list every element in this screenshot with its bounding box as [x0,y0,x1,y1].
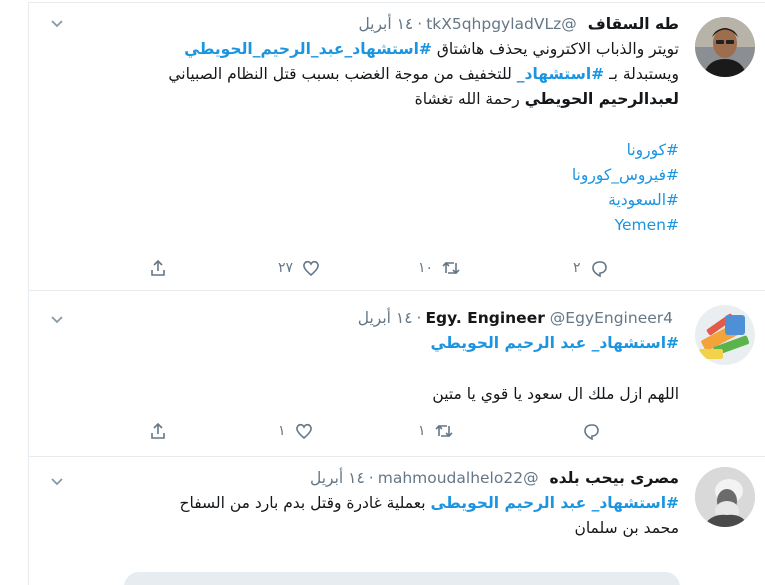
share-button[interactable] [148,419,168,443]
hashtag-text: #كورونا [626,141,679,159]
like-count: ١ [278,423,286,439]
reply-icon [584,424,599,441]
tweet-text-segment: للتخفيف من موجة الغضب بسبب قتل النظام ال… [168,65,517,83]
tweet-line: اللهم ازل ملك ال سعود يا قوي يا متين [432,385,679,403]
heart-icon [303,260,319,277]
author-handle[interactable]: @mahmoudalhelo22 [378,469,539,487]
share-icon [151,259,165,276]
like-count: ٢٧ [278,260,294,276]
retweet-icon [434,424,453,438]
retweet-button[interactable]: ١ [418,419,454,443]
separator-dot: · [417,15,423,33]
hashtag-link[interactable]: #استشهاد_ [517,65,604,83]
tweet-3[interactable]: مصرى بيحب بلده @mahmoudalhelo22·١٤ أبريل… [28,456,765,585]
hashtag-text: #Yemen [614,216,679,234]
retweet-button[interactable]: ١٠ [418,256,461,280]
share-icon [151,422,165,439]
hashtag-text: #استشهاد [524,65,605,83]
separator-dot: · [416,309,422,327]
tweet-date[interactable]: ١٤ أبريل [358,309,413,327]
tweet-date[interactable]: ١٤ أبريل [358,15,413,33]
author-handle[interactable]: @EgyEngineer4 [550,309,673,327]
hashtag-link[interactable]: #استشهاد_عبد_الرحيم_الحويطي [184,40,432,58]
reply-count: ٢ [573,260,581,276]
retweet-count: ١ [418,423,426,439]
tweet-text: تويتر والذباب الاكتروني يحذف هاشتاق #است… [58,37,679,238]
reply-button[interactable] [573,419,601,443]
tweet-actions: ١ ١ [148,419,679,443]
tweet-line: #استشهاد_ عبد الرحيم الحويطى بعملية غادر… [58,491,679,516]
hashtag-link[interactable]: #السعودية [58,188,679,213]
author-name[interactable]: مصرى بيحب بلده [550,469,680,487]
tweet-date[interactable]: ١٤ أبريل [310,469,365,487]
share-button[interactable] [148,256,168,280]
hashtag-link[interactable]: #Yemen [58,213,679,238]
reply-icon [591,261,607,278]
author-name[interactable]: Egy. Engineer [425,309,544,327]
tweet-header: مصرى بيحب بلده @mahmoudalhelo22·١٤ أبريل [58,467,679,489]
retweet-icon [442,261,460,275]
hashtag-link[interactable]: #كورونا [58,138,679,163]
tweet-line: محمد بن سلمان [574,519,679,537]
like-button[interactable]: ٢٧ [278,256,321,280]
tweet-line: لعبدالرحيم الحويطي رحمة الله تغشاة [58,87,679,112]
reply-button[interactable]: ٢ [573,256,609,280]
tweet-text-segment: ويستبدلة بـ [604,65,679,83]
like-button[interactable]: ١ [278,419,314,443]
tweet-text-segment: رحمة الله تغشاة [414,90,525,108]
separator-dot: · [368,469,374,487]
tweet-line: ويستبدلة بـ #استشهاد_ للتخفيف من موجة ال… [58,62,679,87]
tweet-text-segment: بعملية غادرة وقتل بدم بارد من السفاح [179,494,431,512]
hashtag-link[interactable]: #استشهاد_ عبد الرحيم الحويطي [430,334,679,352]
tweet-text-bold: لعبدالرحيم الحويطي [524,90,679,108]
hashtag-text: #السعودية [608,191,679,209]
avatar[interactable] [695,305,755,365]
avatar[interactable] [695,17,755,77]
heart-icon [295,423,312,440]
retweet-count: ١٠ [418,260,434,276]
author-name[interactable]: طه السقاف [588,15,679,33]
tweet-text: #استشهاد_ عبد الرحيم الحويطي اللهم ازل م… [58,331,679,407]
tweet-text: #استشهاد_ عبد الرحيم الحويطى بعملية غادر… [58,491,679,541]
tweet-line: تويتر والذباب الاكتروني يحذف هاشتاق #است… [58,37,679,62]
tweet-header: طه السقاف @tkX5qhpgyladVLz·١٤ أبريل [58,13,679,35]
hashtag-link[interactable]: #فيروس_كورونا [58,163,679,188]
tweet-text-segment: تويتر والذباب الاكتروني يحذف هاشتاق [431,40,679,58]
tweet-1[interactable]: طه السقاف @tkX5qhpgyladVLz·١٤ أبريل تويت… [28,2,765,291]
reply-input-bar[interactable] [124,572,680,585]
author-handle[interactable]: @tkX5qhpgyladVLz [426,15,577,33]
avatar[interactable] [695,467,755,527]
tweet-2[interactable]: Egy. Engineer @EgyEngineer4 ·١٤ أبريل #اس… [28,290,765,457]
tweet-feed: طه السقاف @tkX5qhpgyladVLz·١٤ أبريل تويت… [0,0,765,585]
tweet-header: Egy. Engineer @EgyEngineer4 ·١٤ أبريل [58,307,679,329]
hashtag-text: #فيروس_كورونا [571,166,679,184]
tweet-actions: ٢٧ ١٠ ٢ [148,256,679,280]
hashtag-link[interactable]: #استشهاد_ عبد الرحيم الحويطى [430,494,679,512]
